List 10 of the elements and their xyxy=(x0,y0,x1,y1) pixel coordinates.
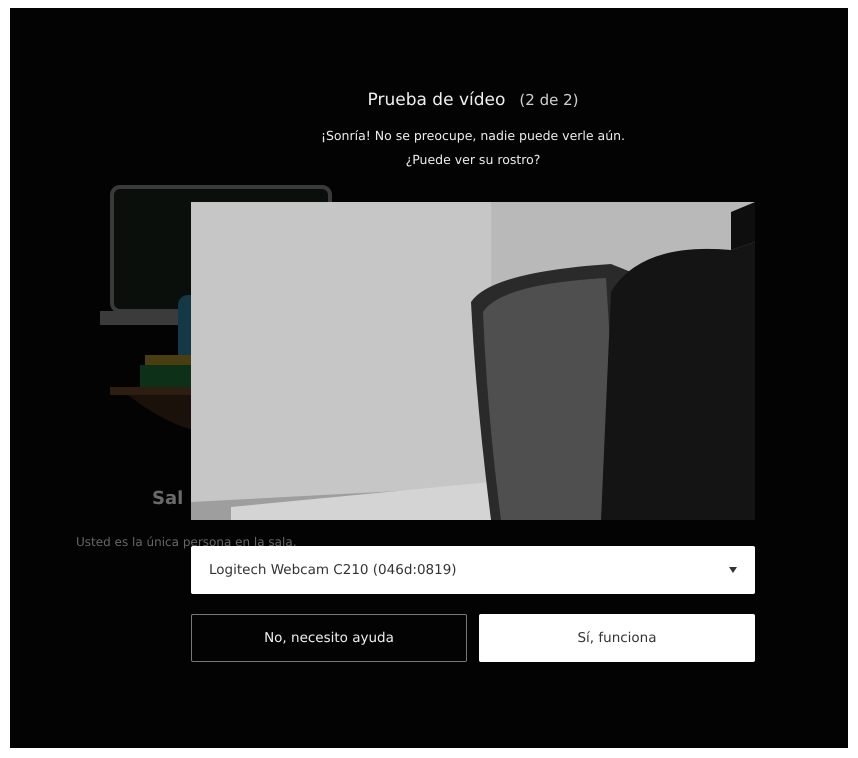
step-counter: (2 de 2) xyxy=(519,91,578,109)
dropdown-caret-icon xyxy=(729,567,737,573)
camera-select[interactable]: Logitech Webcam C210 (046d:0819) xyxy=(191,546,755,594)
primary-button[interactable]: Sí, funciona xyxy=(479,614,755,662)
room-note: Usted es la única persona en la sala. xyxy=(76,536,297,549)
room-title: Sal xyxy=(152,488,184,509)
dialog-title: Prueba de vídeo xyxy=(368,90,506,110)
dialog-message: ¡Sonría! No se preocupe, nadie puede verle aún. xyxy=(320,127,626,145)
dialog-question: ¿Puede ver su rostro? xyxy=(406,151,540,169)
secondary-button[interactable]: No, necesito ayuda xyxy=(191,614,467,662)
